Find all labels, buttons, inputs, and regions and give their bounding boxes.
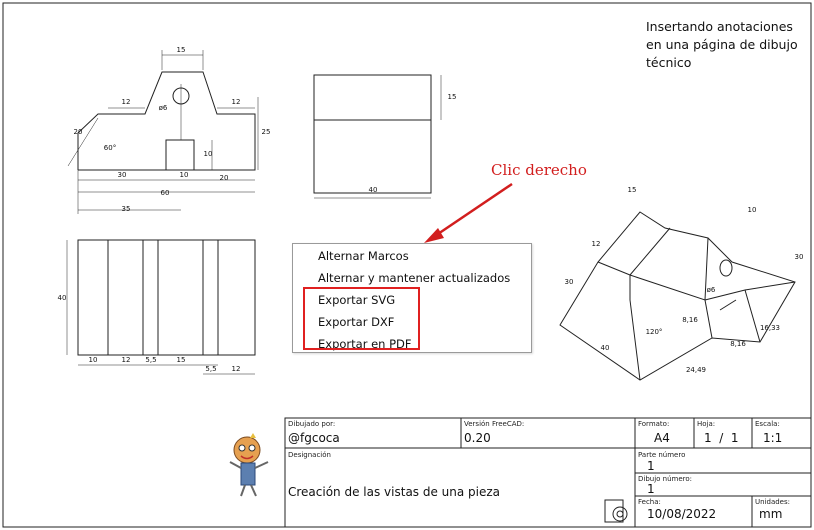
format-label: Formato: (638, 420, 670, 428)
dim-text: 15 (177, 46, 186, 54)
format-value: A4 (654, 431, 670, 445)
dim-text: 10 (748, 206, 757, 214)
dim-text: 8,16 (682, 316, 698, 324)
dim-text: 60 (161, 189, 170, 197)
dim-text: ø6 (159, 104, 168, 112)
dim-text: 20 (220, 174, 229, 182)
dim-text: 40 (58, 294, 67, 302)
freecad-gear-logo (604, 499, 628, 523)
dim-text: 24,49 (686, 366, 706, 374)
dim-text: 30 (795, 253, 804, 261)
scale-value: 1:1 (763, 431, 783, 445)
export-highlight-box (303, 287, 420, 350)
dim-text: 10 (180, 171, 189, 179)
drawn-by-value: @fgcoca (288, 431, 340, 445)
callout-arrow (424, 182, 513, 243)
dim-text: 16,33 (760, 324, 780, 332)
dim-text: 12 (232, 365, 241, 373)
dim-text: 5,5 (145, 356, 156, 364)
dim-text: 5,5 (205, 365, 216, 373)
drawn-by-label: Dibujado por: (288, 420, 336, 428)
isometric-view (559, 211, 796, 381)
version-label: Versión FreeCAD: (464, 420, 525, 428)
front-view-dimensions: 15 12 12 25 20 60° 10 10 30 20 60 35 ø6 (74, 46, 271, 213)
menu-item-toggle-keep-updated[interactable]: Alternar y mantener actualizados (318, 269, 510, 287)
drawing-number-value: 1 (647, 482, 655, 496)
mascot-figure (229, 433, 269, 497)
dim-text: 35 (122, 205, 131, 213)
sheet-value: 1 / 1 (704, 431, 739, 445)
dim-text: 30 (118, 171, 127, 179)
dim-text: ø6 (707, 286, 716, 294)
dim-text: 40 (369, 186, 378, 194)
dim-text: 12 (592, 240, 601, 248)
dim-text: 30 (565, 278, 574, 286)
dim-text: 12 (122, 356, 131, 364)
scale-label: Escala: (755, 420, 780, 428)
dim-text: 15 (628, 186, 637, 194)
dim-text: 60° (104, 144, 116, 152)
dim-text: 12 (232, 98, 241, 106)
annotation-note: Insertando anotaciones en una página de … (646, 19, 798, 70)
dim-text: 10 (89, 356, 98, 364)
callout-label: Clic derecho (491, 161, 587, 179)
date-value: 10/08/2022 (647, 507, 717, 521)
designation-label: Designación (288, 451, 331, 459)
dim-text: 120° (646, 328, 663, 336)
date-label: Fecha: (638, 498, 661, 506)
designation-value: Creación de las vistas de una pieza (288, 485, 501, 499)
top-view-dimensions: 15 40 (369, 93, 457, 194)
dim-text: 20 (74, 128, 83, 136)
units-value: mm (759, 507, 783, 521)
version-value: 0.20 (464, 431, 491, 445)
units-label: Unidades: (755, 498, 790, 506)
dim-text: 15 (177, 356, 186, 364)
part-number-value: 1 (647, 459, 655, 473)
top-view (313, 74, 442, 199)
dim-text: 15 (448, 93, 457, 101)
dim-text: 12 (122, 98, 131, 106)
dim-text: 10 (204, 150, 213, 158)
menu-item-toggle-frames[interactable]: Alternar Marcos (318, 247, 409, 265)
dim-text: 25 (262, 128, 271, 136)
part-number-label: Parte número (638, 451, 686, 459)
dim-text: 8,16 (730, 340, 746, 348)
dim-text: 40 (601, 344, 610, 352)
isometric-view-dimensions: 15 10 12 30 30 ø6 8,16 120° 16,33 8,16 4… (565, 186, 804, 374)
sheet-label: Hoja: (697, 420, 716, 428)
side-view-dimensions: 40 10 12 5,5 15 5,5 12 (58, 294, 241, 373)
side-view (66, 239, 256, 375)
